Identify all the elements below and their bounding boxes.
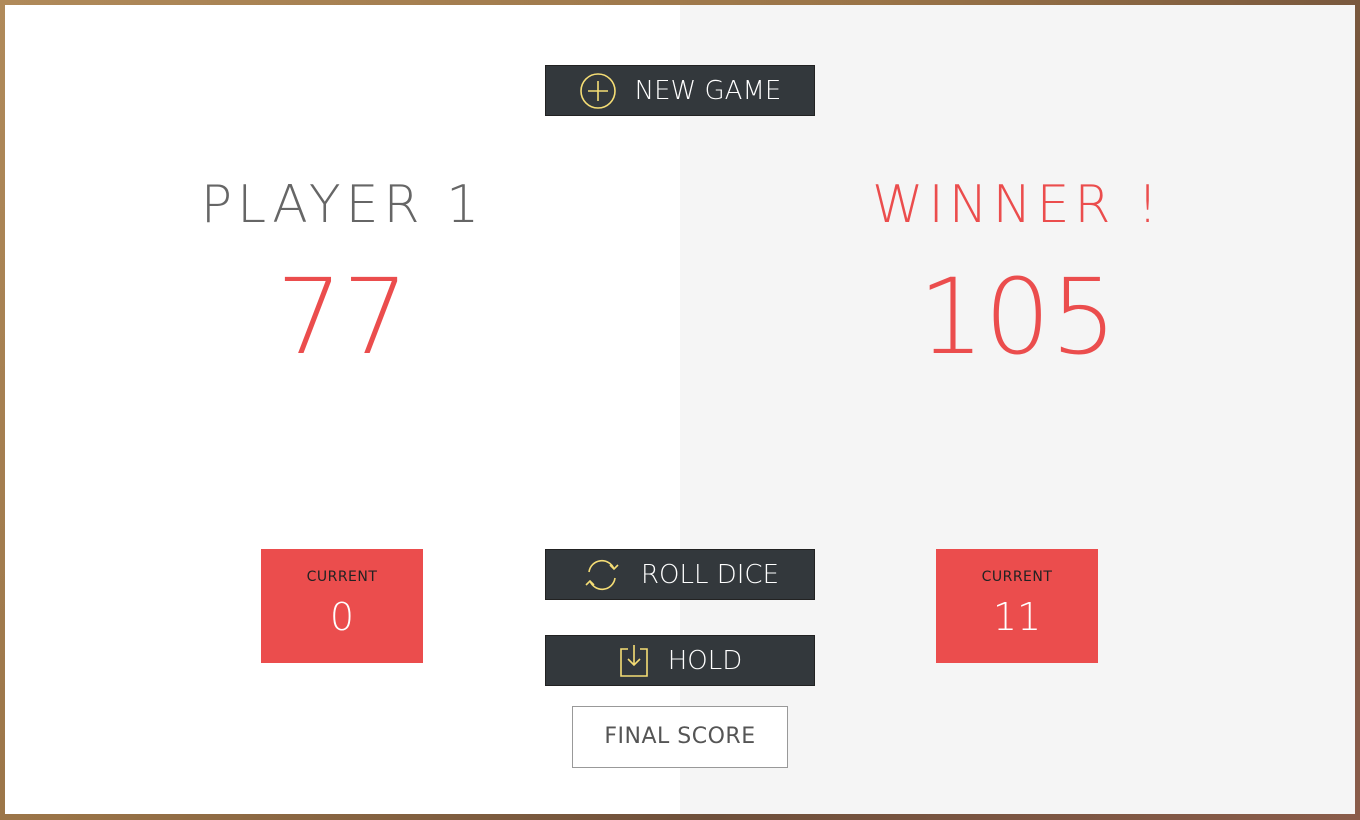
player-1-name: PLAYER 1 <box>200 175 485 235</box>
roll-dice-label: ROLL DICE <box>640 559 780 590</box>
game-wrapper: PLAYER 1 77 CURRENT 0 WINNER ! 105 CURRE… <box>5 5 1355 814</box>
player-1-score: 77 <box>276 256 409 378</box>
player-2-current-box: CURRENT 11 <box>936 549 1098 663</box>
player-1-panel: PLAYER 1 77 CURRENT 0 <box>5 5 680 814</box>
final-score-input[interactable]: FINAL SCORE <box>572 706 788 768</box>
player-2-name: WINNER ! <box>872 175 1163 235</box>
hold-label: HOLD <box>667 645 743 676</box>
player-1-current-score: 0 <box>329 595 355 639</box>
player-2-score: 105 <box>918 256 1117 378</box>
new-game-label: NEW GAME <box>634 75 782 106</box>
player-2-panel: WINNER ! 105 CURRENT 11 <box>680 5 1355 814</box>
roll-dice-button[interactable]: ROLL DICE <box>545 549 815 600</box>
player-1-current-label: CURRENT <box>306 569 378 585</box>
player-2-current-score: 11 <box>992 595 1042 639</box>
refresh-icon <box>581 556 623 594</box>
hold-button[interactable]: HOLD <box>545 635 815 686</box>
download-icon <box>618 643 650 679</box>
new-game-button[interactable]: NEW GAME <box>545 65 815 116</box>
player-2-current-label: CURRENT <box>981 569 1053 585</box>
plus-circle-icon <box>579 72 617 110</box>
player-1-current-box: CURRENT 0 <box>261 549 423 663</box>
